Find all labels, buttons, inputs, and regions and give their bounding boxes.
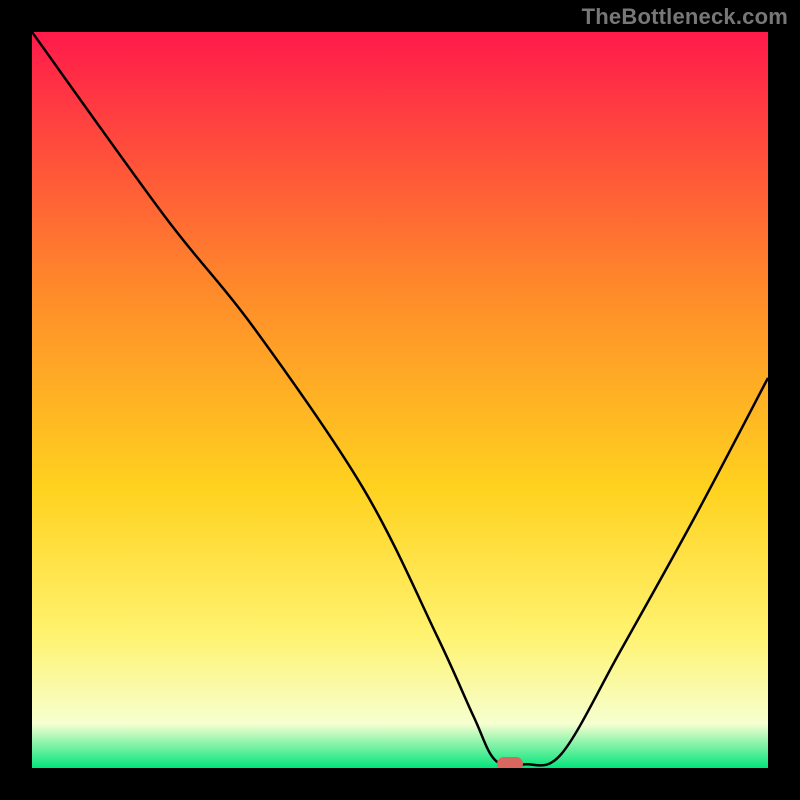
optimum-marker — [497, 757, 523, 768]
watermark-text: TheBottleneck.com — [582, 4, 788, 30]
chart-frame: TheBottleneck.com — [0, 0, 800, 800]
curve-layer — [32, 32, 768, 768]
plot-area — [32, 32, 768, 768]
bottleneck-curve — [32, 32, 768, 766]
